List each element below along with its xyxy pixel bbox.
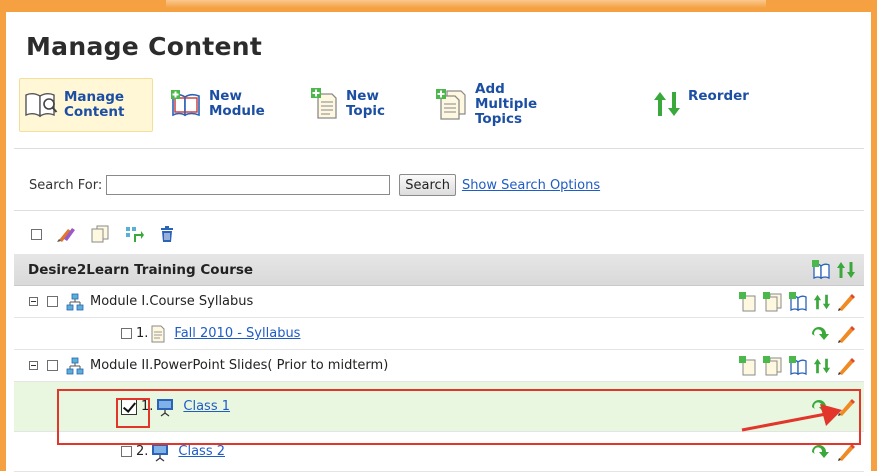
module-checkbox[interactable] xyxy=(47,360,58,371)
course-header-row: Desire2Learn Training Course xyxy=(14,254,864,286)
new-module-button[interactable]: New Module xyxy=(169,78,265,130)
topic-link[interactable]: Fall 2010 - Syllabus xyxy=(174,326,300,341)
new-module-icon[interactable] xyxy=(788,291,808,312)
module-icon xyxy=(66,293,84,311)
collapse-toggle[interactable] xyxy=(29,297,38,306)
reorder-icon[interactable] xyxy=(813,292,831,312)
module-row: Module I.Course Syllabus xyxy=(14,286,864,318)
reorder-button[interactable]: Reorder xyxy=(652,78,749,130)
module-actions xyxy=(733,286,856,317)
topic-checkbox-checked[interactable] xyxy=(121,398,137,415)
topic-number: 1. xyxy=(141,399,154,414)
select-all-checkbox[interactable] xyxy=(31,228,42,240)
topic-link[interactable]: Class 2 xyxy=(178,444,225,459)
topic-checkbox[interactable] xyxy=(121,446,132,457)
topic-row: 2. Class 2 xyxy=(14,432,864,472)
add-multiple-topics-icon xyxy=(435,88,469,120)
new-topic-label: New Topic xyxy=(346,88,385,119)
frame-top-shadow xyxy=(166,0,766,8)
manage-content-label: Manage Content xyxy=(64,89,125,120)
move-arrow-icon[interactable] xyxy=(809,324,831,344)
module-checkbox[interactable] xyxy=(47,296,58,307)
add-multiple-topics-button[interactable]: Add Multiple Topics xyxy=(435,78,537,130)
topic-link[interactable]: Class 1 xyxy=(183,399,230,414)
search-divider xyxy=(14,210,864,211)
module-title: Module I.Course Syllabus xyxy=(90,294,254,309)
topic-number: 1. xyxy=(136,326,149,341)
toolbar-divider xyxy=(14,148,864,149)
new-module-icon[interactable] xyxy=(788,355,808,376)
bulk-actions xyxy=(31,225,176,243)
module-icon xyxy=(66,357,84,375)
page-title: Manage Content xyxy=(26,32,263,61)
search-bar: Search For: Search Show Search Options xyxy=(29,173,600,197)
topic-row-selected: 1. Class 1 xyxy=(14,382,864,432)
presentation-icon xyxy=(155,397,175,417)
new-topic-button[interactable]: New Topic xyxy=(310,78,385,130)
new-module-icon xyxy=(169,89,203,119)
module-title: Module II.PowerPoint Slides( Prior to mi… xyxy=(90,358,389,373)
book-icon xyxy=(24,90,58,120)
new-topic-icon[interactable] xyxy=(738,355,758,376)
reorder-icon[interactable] xyxy=(836,260,856,280)
module-actions xyxy=(733,350,856,381)
delete-icon[interactable] xyxy=(158,225,176,243)
add-multiple-topics-icon[interactable] xyxy=(763,291,783,312)
new-topic-icon xyxy=(310,88,340,120)
copy-icon[interactable] xyxy=(90,225,110,243)
move-arrow-icon[interactable] xyxy=(809,442,831,462)
new-module-icon[interactable] xyxy=(811,259,831,280)
edit-pencil-icon[interactable] xyxy=(836,442,856,462)
topic-row: 1. Fall 2010 - Syllabus xyxy=(14,318,864,350)
reorder-icon xyxy=(652,89,682,119)
move-icon[interactable] xyxy=(124,225,144,243)
manage-content-button[interactable]: Manage Content xyxy=(19,78,153,132)
bulk-edit-icon[interactable] xyxy=(56,225,76,243)
course-title: Desire2Learn Training Course xyxy=(28,261,254,278)
collapse-toggle[interactable] xyxy=(29,361,38,370)
search-input[interactable] xyxy=(106,175,391,195)
course-actions xyxy=(806,254,856,285)
new-topic-icon[interactable] xyxy=(738,291,758,312)
add-multiple-topics-icon[interactable] xyxy=(763,355,783,376)
topic-number: 2. xyxy=(136,444,149,459)
reorder-label: Reorder xyxy=(688,87,749,104)
document-icon xyxy=(150,325,166,343)
add-multiple-topics-label: Add Multiple Topics xyxy=(475,80,538,127)
edit-pencil-icon[interactable] xyxy=(836,324,856,344)
show-search-options-link[interactable]: Show Search Options xyxy=(462,178,600,193)
topic-actions xyxy=(804,318,856,349)
topic-checkbox[interactable] xyxy=(121,328,132,339)
edit-pencil-icon[interactable] xyxy=(836,356,856,376)
module-row: Module II.PowerPoint Slides( Prior to mi… xyxy=(14,350,864,382)
search-label: Search For: xyxy=(29,177,103,193)
search-button[interactable]: Search xyxy=(399,174,456,196)
presentation-icon xyxy=(150,442,170,462)
annotation-arrow xyxy=(741,404,842,432)
new-module-label: New Module xyxy=(209,88,265,119)
edit-pencil-icon[interactable] xyxy=(836,292,856,312)
reorder-icon[interactable] xyxy=(813,356,831,376)
